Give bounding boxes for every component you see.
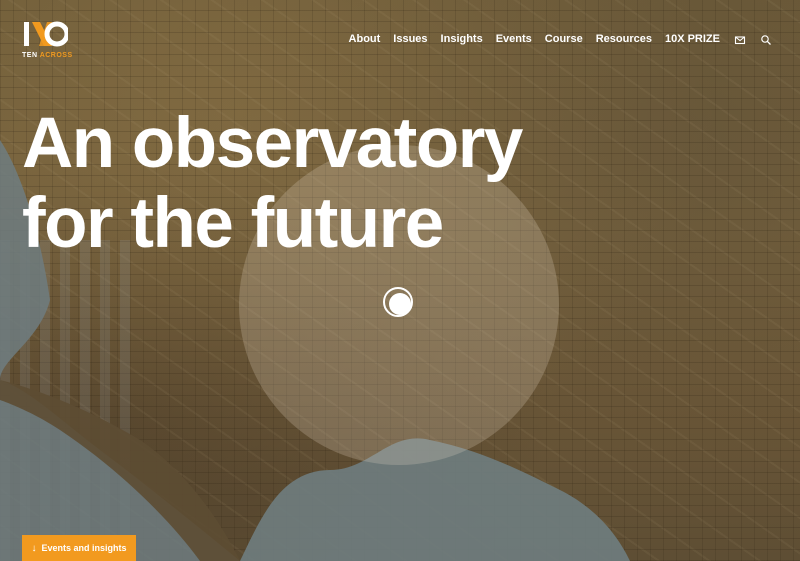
location-marker-dot[interactable] <box>389 293 411 315</box>
nav-events[interactable]: Events <box>496 33 532 45</box>
hero-map-background <box>0 0 800 561</box>
top-navigation: TEN ACROSS About Issues Insights Events … <box>0 0 800 80</box>
nav-insights[interactable]: Insights <box>441 33 483 45</box>
arrow-down-icon: ↓ <box>31 542 37 554</box>
logo-word-ten: TEN <box>22 52 38 59</box>
nav-issues[interactable]: Issues <box>393 33 427 45</box>
search-icon[interactable] <box>760 33 772 45</box>
headline-line-2: for the future <box>22 184 444 263</box>
logo[interactable]: TEN ACROSS <box>22 18 72 62</box>
mail-icon[interactable] <box>734 33 746 45</box>
nav-about[interactable]: About <box>349 33 381 45</box>
logo-wordmark: TEN ACROSS <box>22 52 73 59</box>
logo-word-across: ACROSS <box>39 52 73 59</box>
cta-label: Events and insights <box>41 543 127 553</box>
main-menu: About Issues Insights Events Course Reso… <box>336 33 772 45</box>
nav-course[interactable]: Course <box>545 33 583 45</box>
hero-headline: An observatory for the future <box>22 104 523 264</box>
headline-line-1: An observatory <box>22 104 523 183</box>
logo-mark-icon <box>24 21 68 47</box>
events-and-insights-button[interactable]: ↓ Events and insights <box>22 535 136 561</box>
nav-10x-prize[interactable]: 10X PRIZE <box>665 33 720 45</box>
nav-resources[interactable]: Resources <box>596 33 652 45</box>
